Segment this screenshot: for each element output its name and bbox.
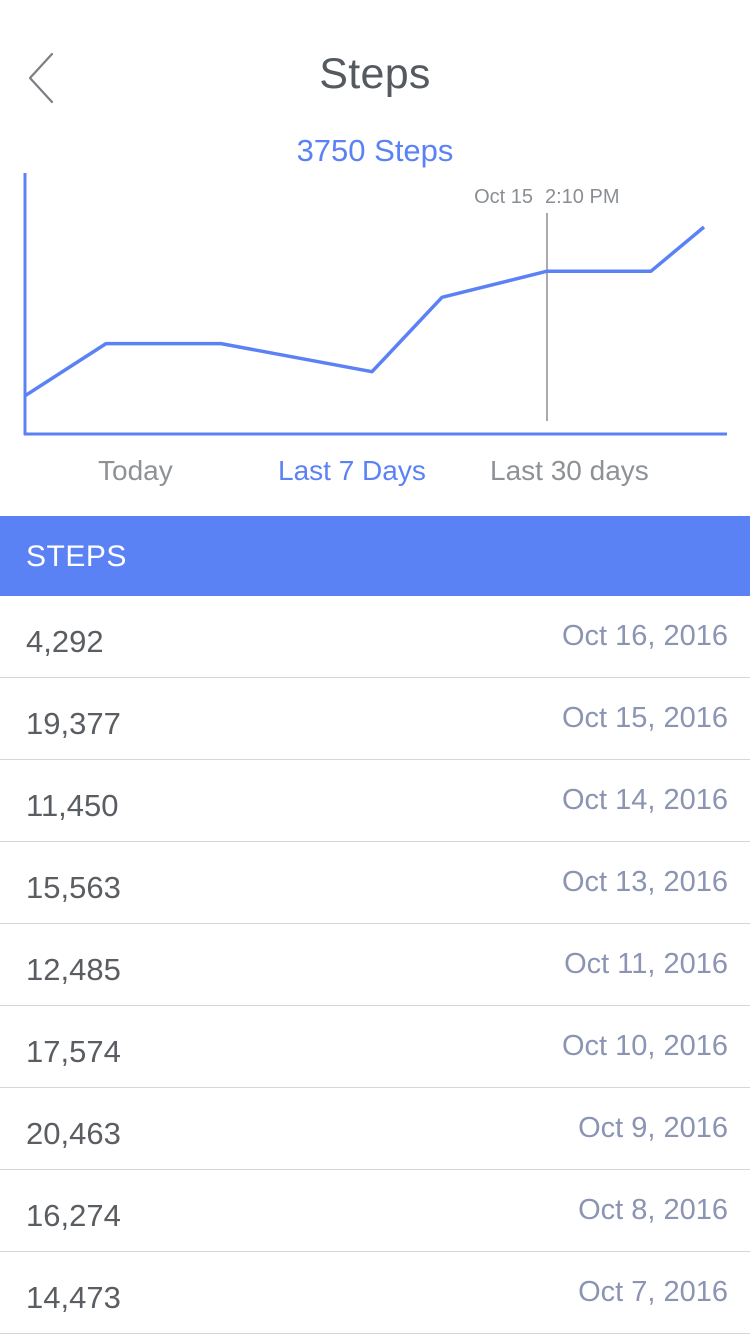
marker-time-label: 2:10 PM [545, 186, 619, 208]
step-count: 12,485 [26, 952, 121, 987]
step-count: 16,274 [26, 1198, 121, 1233]
entry-date: Oct 8, 2016 [578, 1194, 728, 1226]
steps-summary: 3750 Steps [296, 133, 454, 168]
list-item[interactable]: 14,473 Oct 7, 2016 [0, 1252, 750, 1334]
list-item[interactable]: 19,377 Oct 15, 2016 [0, 678, 750, 760]
entry-date: Oct 16, 2016 [561, 620, 728, 652]
list-item[interactable]: 11,450 Oct 14, 2016 [0, 760, 750, 842]
step-count: 15,563 [26, 870, 121, 905]
entry-date: Oct 7, 2016 [578, 1276, 728, 1308]
tab-last-7-days[interactable]: Last 7 Days [278, 455, 426, 487]
steps-screen: Steps 3750 Steps Oct 15 2:10 PM Today La… [0, 0, 750, 1334]
page-title: Steps [319, 50, 431, 98]
section-header: STEPS [0, 516, 750, 596]
step-count: 19,377 [26, 706, 121, 741]
step-count: 14,473 [26, 1280, 121, 1315]
list-item[interactable]: 20,463 Oct 9, 2016 [0, 1088, 750, 1170]
range-tabs: Today Last 7 Days Last 30 days [0, 455, 750, 500]
step-count: 11,450 [26, 788, 119, 823]
entry-date: Oct 11, 2016 [564, 948, 728, 980]
tab-today[interactable]: Today [98, 455, 173, 487]
list-item[interactable]: 4,292 Oct 16, 2016 [0, 596, 750, 678]
list-item[interactable]: 12,485 Oct 11, 2016 [0, 924, 750, 1006]
step-count: 20,463 [26, 1116, 121, 1151]
entry-date: Oct 9, 2016 [578, 1112, 728, 1144]
list-item[interactable]: 15,563 Oct 13, 2016 [0, 842, 750, 924]
series-group [24, 225, 706, 398]
entry-date: Oct 10, 2016 [561, 1030, 728, 1062]
tab-last-30-days[interactable]: Last 30 days [490, 455, 649, 487]
steps-chart: Oct 15 2:10 PM [0, 165, 750, 450]
list-item[interactable]: 16,274 Oct 8, 2016 [0, 1170, 750, 1252]
step-count: 17,574 [26, 1034, 121, 1069]
list-item[interactable]: 17,574 Oct 10, 2016 [0, 1006, 750, 1088]
step-count: 4,292 [26, 624, 104, 659]
series-line [24, 225, 706, 398]
marker-date-label: Oct 15 [474, 186, 533, 208]
steps-line-chart: Oct 15 2:10 PM [23, 173, 727, 436]
entry-date: Oct 14, 2016 [561, 784, 728, 816]
steps-list: 4,292 Oct 16, 2016 19,377 Oct 15, 2016 1… [0, 596, 750, 1334]
entry-date: Oct 13, 2016 [561, 866, 728, 898]
section-title: STEPS [26, 540, 127, 573]
entry-date: Oct 15, 2016 [561, 702, 728, 734]
navigation-bar: Steps [0, 0, 750, 130]
